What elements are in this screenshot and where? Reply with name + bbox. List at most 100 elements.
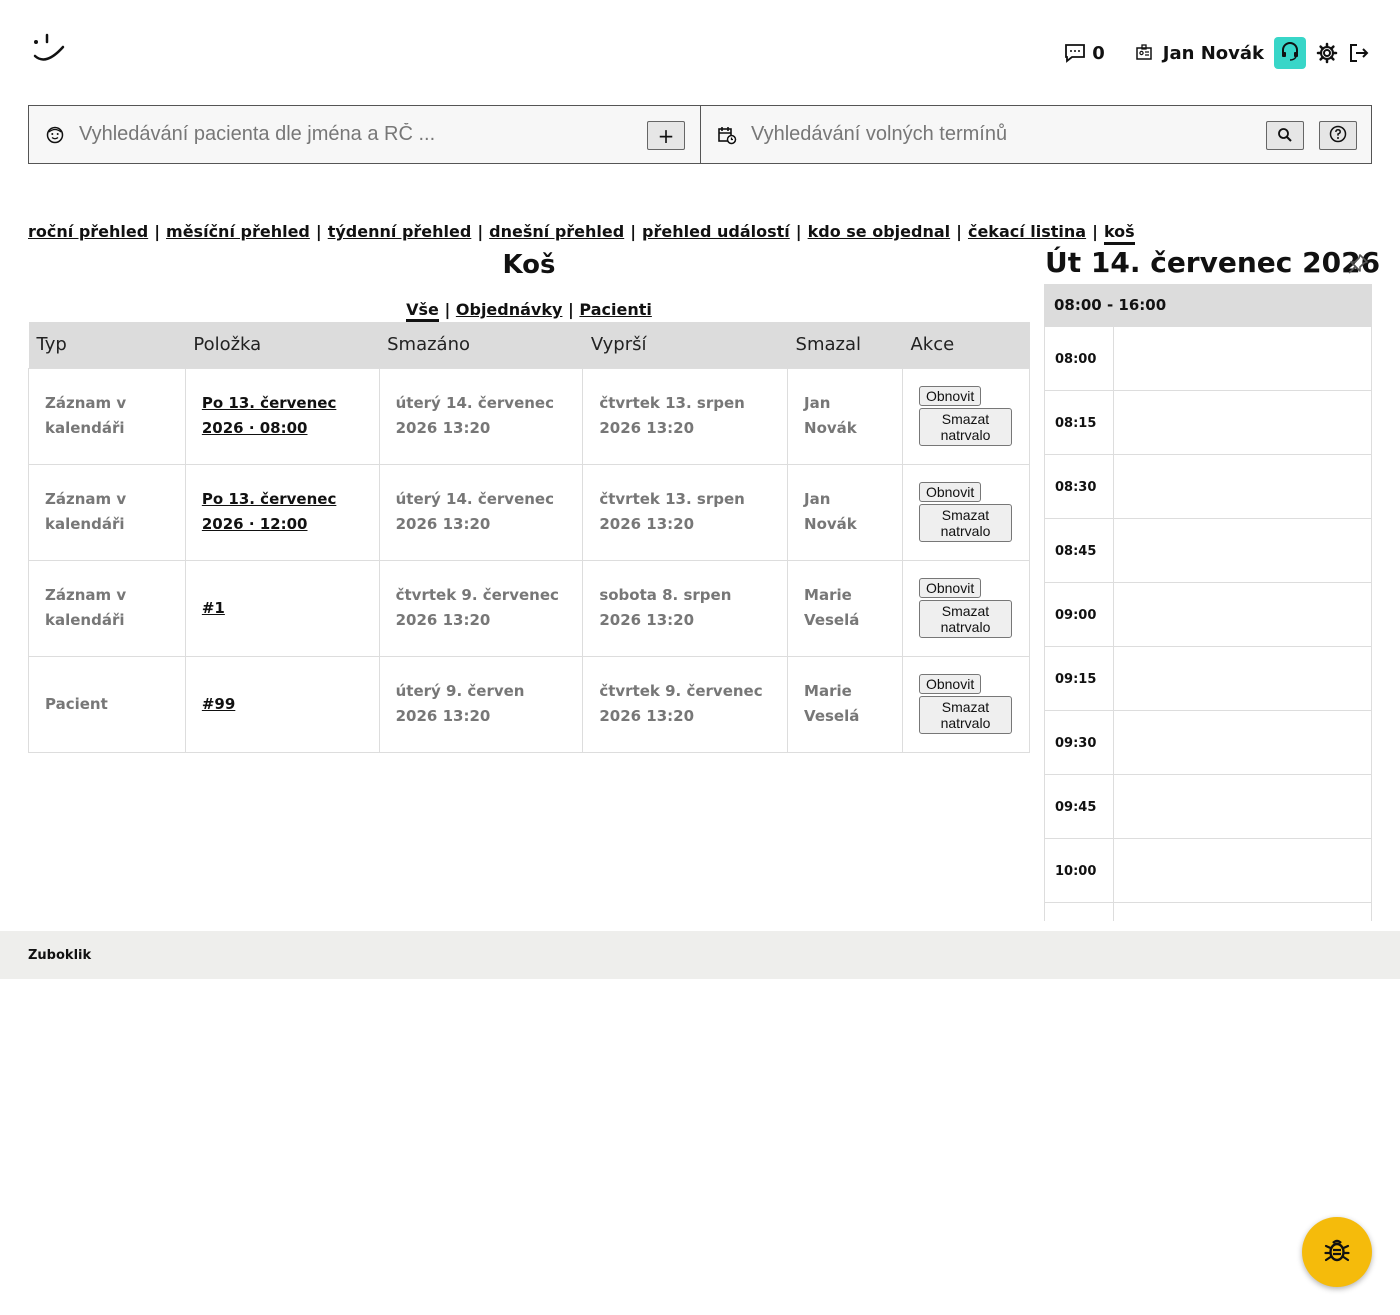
item-link[interactable]: Po 13. červenec 2026 · 12:00 [202, 490, 336, 533]
nav-weekly-overview[interactable]: týdenní přehled [328, 222, 472, 245]
time-slot[interactable]: 09:00 [1045, 583, 1371, 647]
table-row: Záznam v kalendáři Po 13. červenec 2026 … [28, 367, 1031, 465]
slot-time: 08:45 [1045, 519, 1114, 582]
table-header-row: Typ Položka Smazáno Vyprší Smazal Akce [28, 322, 1030, 368]
item-link[interactable]: #99 [202, 695, 235, 713]
time-slot[interactable]: 09:45 [1045, 775, 1371, 839]
filter-patients[interactable]: Pacienti [579, 300, 651, 319]
delete-permanently-button[interactable]: Smazat natrvalo [918, 504, 1012, 542]
cell-type: Pacient [28, 655, 186, 753]
nav-separator: | [1092, 222, 1098, 241]
item-link[interactable]: Po 13. červenec 2026 · 08:00 [202, 394, 336, 437]
support-button[interactable] [1274, 37, 1306, 69]
gear-icon[interactable] [1316, 42, 1338, 64]
time-slot[interactable]: 08:30 [1045, 455, 1371, 519]
slots-search [701, 106, 1371, 163]
restore-button[interactable]: Obnovit [918, 578, 982, 598]
filter-separator: | [444, 300, 451, 319]
bug-report-button[interactable] [1302, 1217, 1372, 1287]
slot-time: 08:00 [1045, 327, 1114, 390]
table-row: Záznam v kalendáři #1 čtvrtek 9. červene… [28, 559, 1031, 657]
nav-today-overview[interactable]: dnešní přehled [489, 222, 624, 245]
nav-separator: | [630, 222, 637, 241]
nav-who-booked[interactable]: kdo se objednal [808, 222, 951, 245]
patient-search: + [29, 106, 701, 163]
column-header-type: Typ [28, 322, 186, 368]
delete-permanently-button[interactable]: Smazat natrvalo [918, 600, 1012, 638]
nav-monthly-overview[interactable]: měsíční přehled [166, 222, 310, 245]
column-header-deleted-by: Smazal [787, 322, 903, 368]
search-bar: + [28, 105, 1372, 164]
header-toolbar: 0 Jan Novák [1064, 37, 1370, 69]
cell-deleted-by: Jan Novák [787, 463, 903, 561]
nav-waiting-list[interactable]: čekací listina [968, 222, 1086, 245]
pin-icon[interactable] [1347, 253, 1369, 275]
slot-time: 09:15 [1045, 647, 1114, 710]
cell-expires: sobota 8. srpen 2026 13:20 [582, 559, 789, 657]
time-slot[interactable]: 08:00 [1045, 327, 1371, 391]
nav-separator: | [795, 222, 802, 241]
cell-type: Záznam v kalendáři [28, 559, 186, 657]
cell-expires: čtvrtek 13. srpen 2026 13:20 [582, 463, 789, 561]
footer: Zuboklik [0, 931, 1400, 979]
help-button[interactable] [1319, 121, 1357, 150]
restore-button[interactable]: Obnovit [918, 482, 982, 502]
nav-events-overview[interactable]: přehled událostí [642, 222, 790, 245]
logout-icon[interactable] [1348, 42, 1370, 64]
slot-cell[interactable] [1114, 839, 1371, 902]
delete-permanently-button[interactable]: Smazat natrvalo [918, 696, 1012, 734]
time-slot[interactable] [1045, 903, 1371, 921]
cell-deleted: úterý 14. červenec 2026 13:20 [378, 463, 584, 561]
slot-time: 09:45 [1045, 775, 1114, 838]
restore-button[interactable]: Obnovit [918, 386, 982, 406]
slot-cell[interactable] [1114, 647, 1371, 710]
nav-separator: | [477, 222, 484, 241]
filter-all[interactable]: Vše [406, 300, 439, 322]
time-slot[interactable]: 10:00 [1045, 839, 1371, 903]
column-header-deleted: Smazáno [379, 322, 583, 368]
patient-search-input[interactable] [79, 106, 639, 163]
item-link[interactable]: #1 [202, 599, 225, 617]
slot-cell[interactable] [1114, 327, 1371, 390]
time-slot[interactable]: 09:30 [1045, 711, 1371, 775]
logo[interactable] [30, 32, 70, 66]
bug-icon [1322, 1235, 1352, 1269]
delete-permanently-button[interactable]: Smazat natrvalo [918, 408, 1012, 446]
trash-table: Typ Položka Smazáno Vyprší Smazal Akce Z… [28, 322, 1031, 753]
cell-type: Záznam v kalendáři [28, 463, 186, 561]
slot-cell[interactable] [1114, 455, 1371, 518]
time-slot[interactable]: 08:15 [1045, 391, 1371, 455]
nav-separator: | [956, 222, 962, 241]
cell-deleted: úterý 9. červen 2026 13:20 [378, 655, 584, 753]
search-icon [1277, 124, 1293, 148]
restore-button[interactable]: Obnovit [918, 674, 982, 694]
slot-cell[interactable] [1114, 391, 1371, 454]
user-profile[interactable]: Jan Novák [1133, 42, 1264, 64]
time-slot[interactable]: 08:45 [1045, 519, 1371, 583]
nav-separator: | [315, 222, 322, 241]
slot-cell[interactable] [1114, 775, 1371, 838]
slot-cell[interactable] [1114, 903, 1371, 921]
slot-cell[interactable] [1114, 711, 1371, 774]
time-slot[interactable]: 09:15 [1045, 647, 1371, 711]
nav-yearly-overview[interactable]: roční přehled [28, 222, 148, 245]
view-navigation: roční přehled | měsíční přehled | týdenní … [28, 222, 1135, 245]
user-name: Jan Novák [1162, 42, 1264, 64]
cell-deleted: čtvrtek 9. červenec 2026 13:20 [378, 559, 584, 657]
search-button[interactable] [1266, 121, 1304, 150]
add-patient-button[interactable]: + [647, 121, 685, 150]
headset-icon [1279, 40, 1301, 67]
table-row: Pacient #99 úterý 9. červen 2026 13:20 č… [28, 655, 1031, 753]
messages-button[interactable]: 0 [1064, 42, 1105, 64]
slot-time: 09:30 [1045, 711, 1114, 774]
slot-cell[interactable] [1114, 583, 1371, 646]
cell-expires: čtvrtek 13. srpen 2026 13:20 [582, 367, 789, 465]
slots-search-input[interactable] [751, 106, 1251, 163]
slot-time [1045, 903, 1114, 921]
slot-cell[interactable] [1114, 519, 1371, 582]
filter-orders[interactable]: Objednávky [456, 300, 563, 319]
trash-filters: Vše | Objednávky | Pacienti [28, 300, 1030, 322]
nav-trash[interactable]: koš [1103, 222, 1135, 245]
cell-deleted-by: Marie Veselá [787, 559, 903, 657]
footer-brand: Zuboklik [28, 948, 92, 963]
